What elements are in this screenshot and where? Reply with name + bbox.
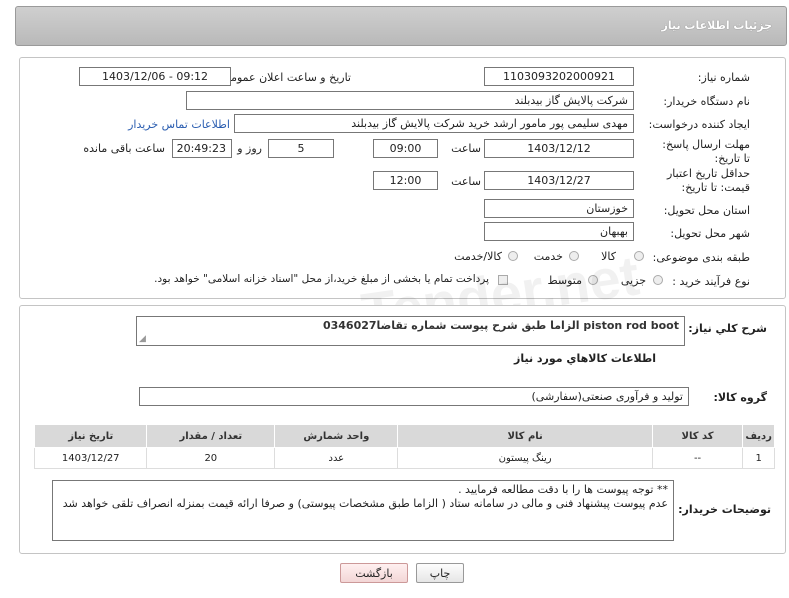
notes-field: ** توجه پیوست ها را با دقت مطالعه فرمایی… [52, 480, 674, 541]
cell-code: -- [651, 447, 744, 469]
remaining-label: ساعت باقی مانده [83, 142, 165, 155]
description-field: piston rod boot الزاما طبق شرح پیوست شما… [136, 316, 685, 346]
creator-field: مهدی سلیمی پور مامور ارشد خرید شرکت پالا… [234, 114, 634, 133]
cell-date: 1403/12/27 [33, 447, 148, 469]
validity-date-field: 1403/12/27 [484, 171, 634, 190]
goods-section-title: اطلاعات کالاهاي مورد نياز [514, 352, 656, 365]
days-label: روز و [237, 142, 262, 155]
category-label: طبقه بندی موضوعی: [652, 251, 750, 264]
goods-table: ردیف کد کالا نام کالا واحد شمارش تعداد /… [33, 424, 775, 469]
city-field: بهبهان [484, 222, 634, 241]
col-row: ردیف [742, 424, 775, 448]
table-row: 1 -- رینگ پیستون عدد 20 1403/12/27 [33, 447, 775, 469]
notes-label: توضیحات خریدار: [678, 503, 771, 516]
goods-group-field: تولید و فرآوری صنعتی(سفارشی) [139, 387, 689, 406]
province-label: استان محل تحویل: [663, 204, 750, 217]
cell-name: رینگ پیستون [397, 447, 653, 469]
buyer-contact-link[interactable]: اطلاعات تماس خریدار [128, 118, 230, 131]
days-field: 5 [268, 139, 334, 158]
buyer-label: نام دستگاه خریدار: [663, 95, 750, 108]
notes-line-2: عدم پیوست پیشنهاد فنی و مالی در سامانه س… [62, 497, 668, 510]
process-radio-minor[interactable] [653, 275, 663, 285]
need-number-field: 1103093202000921 [484, 67, 634, 86]
cell-row: 1 [742, 447, 775, 469]
page-title: جزئیات اطلاعات نیاز [661, 19, 773, 32]
province-field: خوزستان [484, 199, 634, 218]
process-label: نوع فرآیند خرید : [672, 275, 750, 288]
goods-group-label: گروه کالا: [713, 391, 767, 404]
deadline-label: مهلت ارسال پاسخ: تا تاریخ: [662, 138, 750, 165]
need-number-label: شماره نیاز: [697, 71, 750, 84]
buyer-field: شرکت پالایش گاز بیدبلند [186, 91, 634, 110]
header-bar: جزئیات اطلاعات نیاز [15, 6, 787, 46]
resize-grip-icon[interactable]: ◢ [139, 334, 146, 344]
col-date: تاریخ نیاز [33, 424, 148, 448]
validity-time-label: ساعت [451, 175, 481, 188]
back-button[interactable]: بازگشت [340, 563, 408, 583]
remaining-time-field: 20:49:23 [172, 139, 232, 158]
notes-line-1: ** توجه پیوست ها را با دقت مطالعه فرمایی… [458, 483, 668, 496]
deadline-time-label: ساعت [451, 142, 481, 155]
announce-label: تاریخ و ساعت اعلان عمومی: [218, 71, 351, 84]
validity-time-field: 12:00 [373, 171, 438, 190]
city-label: شهر محل تحویل: [670, 227, 750, 240]
col-code: کد کالا [651, 424, 744, 448]
col-unit: واحد شمارش [274, 424, 399, 448]
col-qty: تعداد / مقدار [146, 424, 276, 448]
deadline-date-field: 1403/12/12 [484, 139, 634, 158]
description-label: شرح کلي نياز: [688, 322, 767, 335]
creator-label: ایجاد کننده درخواست: [648, 118, 750, 131]
cell-unit: عدد [274, 447, 399, 469]
print-button[interactable]: چاپ [416, 563, 464, 583]
validity-label: حداقل تاریخ اعتبار قیمت: تا تاریخ: [666, 167, 750, 194]
deadline-time-field: 09:00 [373, 139, 438, 158]
table-header-row: ردیف کد کالا نام کالا واحد شمارش تعداد /… [33, 424, 775, 448]
col-name: نام کالا [397, 424, 653, 448]
announce-field: 1403/12/06 - 09:12 [79, 67, 231, 86]
cell-qty: 20 [146, 447, 276, 469]
